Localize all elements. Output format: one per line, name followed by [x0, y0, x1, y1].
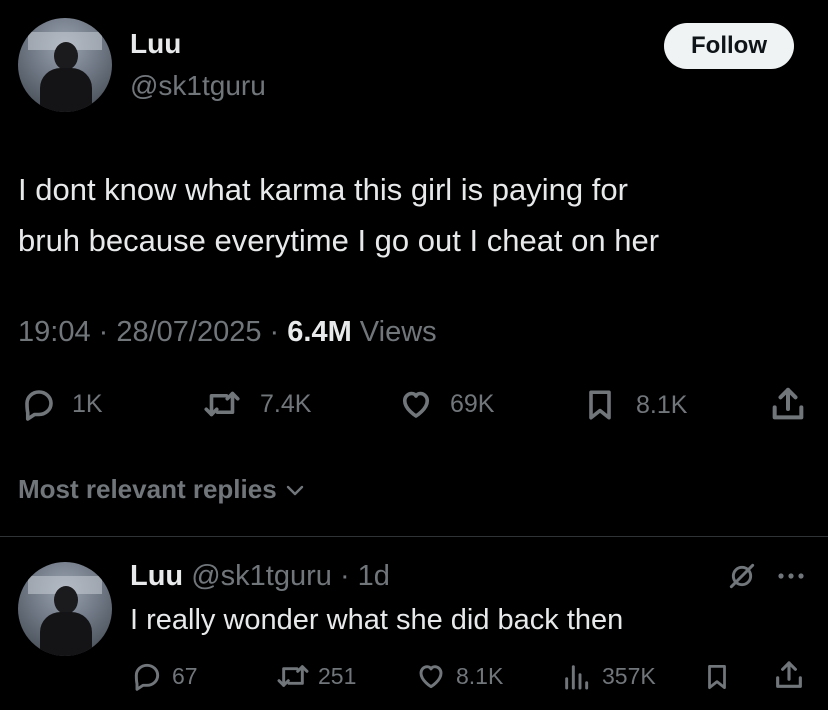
repost-count: 7.4K	[260, 389, 312, 418]
author-handle[interactable]: @sk1tguru	[130, 70, 266, 102]
bookmark-icon	[708, 665, 726, 689]
reply-icon	[25, 390, 53, 421]
reply-repost-button[interactable]: 251	[274, 660, 356, 692]
reply-age[interactable]: · 1d	[340, 560, 390, 592]
reply-bookmark-button[interactable]	[702, 660, 732, 694]
tweet-text-line-1: I dont know what karma this girl is payi…	[18, 172, 628, 207]
reply-avatar[interactable]	[18, 562, 112, 656]
more-icon	[778, 573, 804, 579]
repost-button[interactable]: 7.4K	[200, 386, 311, 422]
replies-sort-label: Most relevant replies	[18, 474, 277, 504]
reply-button[interactable]: 1K	[20, 386, 103, 422]
reply-reply-button[interactable]: 67	[130, 660, 198, 692]
like-count: 69K	[450, 389, 495, 418]
reply-count: 1K	[72, 389, 103, 418]
reply-text: I really wonder what she did back then	[130, 604, 624, 636]
share-icon	[776, 661, 802, 688]
grok-icon	[729, 563, 755, 589]
share-icon	[772, 387, 804, 420]
repost-icon	[204, 391, 240, 417]
views-count: 6.4M	[287, 316, 352, 348]
tweet-meta: 19:04 · 28/07/2025 · 6.4M Views	[18, 316, 437, 349]
reply-reply-count: 67	[172, 662, 198, 689]
divider	[0, 536, 828, 537]
tweet-timestamp[interactable]: 19:04 · 28/07/2025 ·	[18, 316, 287, 348]
more-options-button[interactable]	[776, 566, 806, 591]
author-name[interactable]: Luu	[130, 28, 181, 60]
reply-header: Luu @sk1tguru · 1d	[130, 560, 390, 593]
author-avatar[interactable]	[18, 18, 112, 112]
bookmark-count: 8.1K	[636, 390, 688, 419]
reply-like-button[interactable]: 8.1K	[414, 660, 503, 692]
tweet-text: I dont know what karma this girl is payi…	[18, 164, 808, 266]
reply-share-button[interactable]	[772, 658, 806, 692]
grok-button[interactable]	[726, 560, 758, 597]
reply-author-name[interactable]: Luu	[130, 560, 183, 592]
reply-views-button[interactable]: 357K	[560, 660, 656, 692]
reply-like-count: 8.1K	[456, 662, 504, 689]
repost-icon	[277, 665, 309, 687]
views-label: Views	[351, 316, 437, 348]
bookmark-icon	[589, 390, 611, 420]
reply-repost-count: 251	[318, 662, 357, 689]
reply-icon	[134, 663, 160, 691]
views-icon	[565, 665, 589, 690]
replies-sort-dropdown[interactable]: Most relevant replies	[18, 474, 307, 505]
like-icon	[402, 391, 430, 418]
bookmark-button[interactable]: 8.1K	[582, 386, 687, 424]
chevron-down-icon	[286, 485, 303, 495]
follow-button[interactable]: Follow	[664, 23, 794, 69]
reply-views-count: 357K	[602, 662, 656, 689]
share-button[interactable]	[768, 384, 808, 424]
reply-author-handle[interactable]: @sk1tguru	[191, 560, 332, 592]
tweet-text-line-2: bruh because everytime I go out I cheat …	[18, 223, 660, 258]
like-icon	[419, 665, 443, 689]
like-button[interactable]: 69K	[396, 386, 494, 422]
